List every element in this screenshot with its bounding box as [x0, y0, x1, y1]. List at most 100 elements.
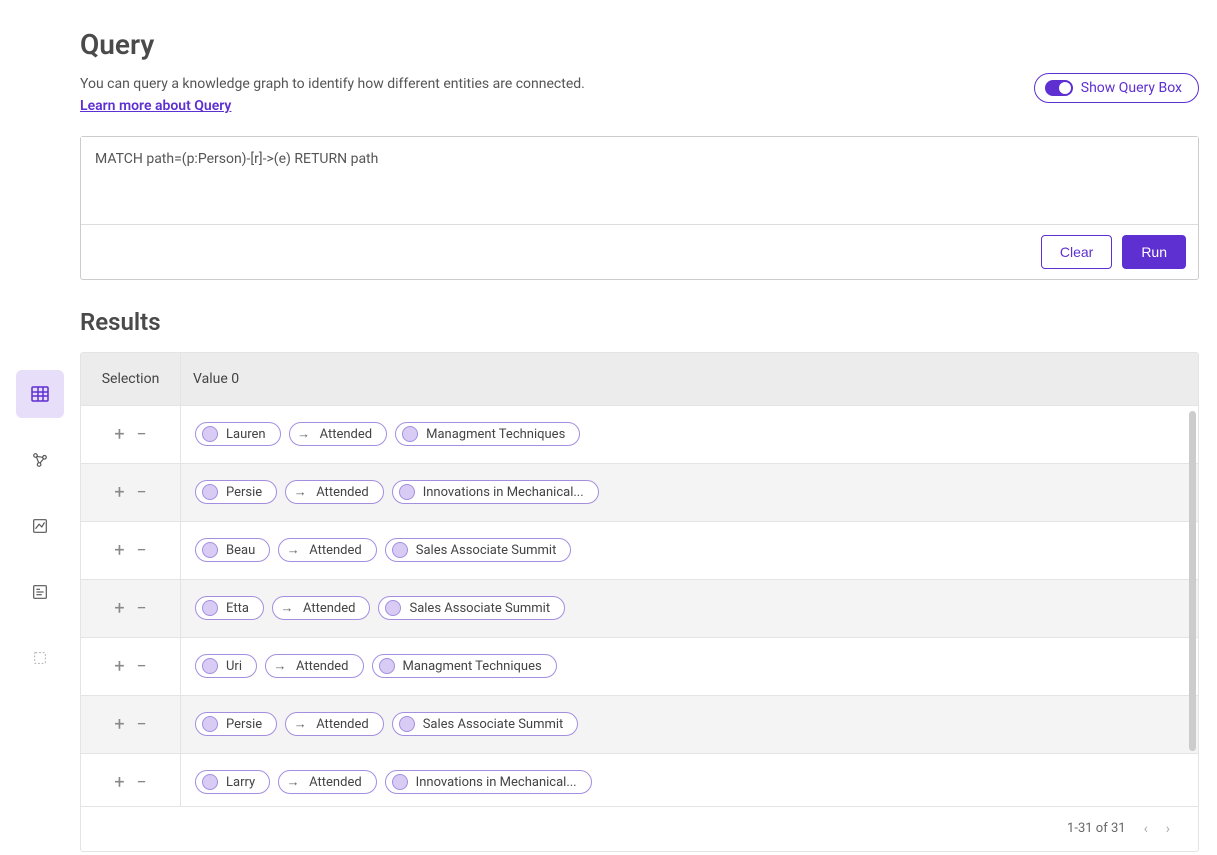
- person-label: Persie: [226, 485, 262, 500]
- arrow-right-icon: →: [285, 774, 301, 790]
- show-query-toggle[interactable]: Show Query Box: [1034, 73, 1199, 103]
- results-title: Results: [80, 308, 1199, 336]
- add-selection-icon[interactable]: +: [112, 424, 128, 445]
- subtitle-text: You can query a knowledge graph to ident…: [80, 73, 585, 118]
- arrow-right-icon: →: [279, 600, 295, 616]
- page-title: Query: [80, 28, 1199, 61]
- arrow-right-icon: →: [292, 484, 308, 500]
- export-view-icon[interactable]: [16, 634, 64, 682]
- person-chip[interactable]: Persie: [195, 480, 277, 504]
- selection-cell: +−: [81, 522, 181, 579]
- node-icon: [399, 484, 415, 500]
- target-chip[interactable]: Sales Associate Summit: [392, 712, 579, 736]
- relation-chip[interactable]: → Attended: [272, 596, 371, 620]
- target-chip[interactable]: Managment Techniques: [395, 422, 580, 446]
- sidebar: [0, 0, 80, 855]
- subtitle-desc: You can query a knowledge graph to ident…: [80, 76, 585, 92]
- target-chip[interactable]: Innovations in Mechanical...: [385, 770, 592, 794]
- node-icon: [202, 716, 218, 732]
- selection-cell: +−: [81, 406, 181, 463]
- person-chip[interactable]: Uri: [195, 654, 257, 678]
- node-icon: [202, 658, 218, 674]
- arrow-right-icon: →: [292, 716, 308, 732]
- remove-selection-icon[interactable]: −: [134, 656, 150, 677]
- scrollbar[interactable]: [1189, 411, 1196, 751]
- node-icon: [402, 426, 418, 442]
- remove-selection-icon[interactable]: −: [134, 482, 150, 503]
- value-cell: Beau → Attended Sales Associate Summit: [181, 526, 1198, 574]
- relation-label: Attended: [309, 543, 362, 558]
- add-selection-icon[interactable]: +: [112, 482, 128, 503]
- person-chip[interactable]: Beau: [195, 538, 270, 562]
- add-selection-icon[interactable]: +: [112, 540, 128, 561]
- remove-selection-icon[interactable]: −: [134, 424, 150, 445]
- learn-more-link[interactable]: Learn more about Query: [80, 98, 231, 114]
- table-row: +− Larry → Attended Innovations in Mechanica…: [81, 754, 1198, 806]
- value-cell: Lauren →Attended Managment Techniques: [181, 410, 1198, 458]
- arrow-right-icon: →: [285, 542, 301, 558]
- remove-selection-icon[interactable]: −: [134, 598, 150, 619]
- next-page-icon[interactable]: ›: [1166, 821, 1170, 837]
- value-cell: Persie →Attended Sales Associate Summit: [181, 700, 1198, 748]
- results-table: Selection Value 0 +−Lauren→AttendedManag…: [80, 352, 1199, 852]
- node-icon: [379, 658, 395, 674]
- chart-view-icon[interactable]: [16, 502, 64, 550]
- relation-chip[interactable]: → Attended: [265, 654, 364, 678]
- target-label: Managment Techniques: [403, 659, 542, 674]
- person-chip[interactable]: Etta: [195, 596, 264, 620]
- table-row: +− Uri → Attended Managment Techniques: [81, 638, 1198, 696]
- table-row: +− Etta → Attended Sales Associate Summit: [81, 580, 1198, 638]
- add-selection-icon[interactable]: +: [112, 656, 128, 677]
- selection-cell: +−: [81, 754, 181, 806]
- node-icon: [202, 426, 218, 442]
- clear-button[interactable]: Clear: [1041, 235, 1112, 269]
- relation-label: Attended: [296, 659, 349, 674]
- toggle-switch-icon: [1045, 80, 1073, 96]
- table-header: Selection Value 0: [81, 353, 1198, 406]
- target-label: Sales Associate Summit: [409, 601, 550, 616]
- add-selection-icon[interactable]: +: [112, 714, 128, 735]
- value-cell: Etta → Attended Sales Associate Summit: [181, 584, 1198, 632]
- relation-chip[interactable]: → Attended: [278, 770, 377, 794]
- run-button[interactable]: Run: [1122, 235, 1186, 269]
- target-chip[interactable]: Sales Associate Summit: [378, 596, 565, 620]
- target-chip[interactable]: Managment Techniques: [372, 654, 557, 678]
- target-label: Sales Associate Summit: [423, 717, 564, 732]
- query-input[interactable]: [81, 137, 1198, 225]
- table-row: +− Beau → Attended Sales Associate Summit: [81, 522, 1198, 580]
- relation-label: Attended: [309, 775, 362, 790]
- graph-view-icon[interactable]: [16, 436, 64, 484]
- table-row: +− Persie →Attended Innovations in Mechanic…: [81, 464, 1198, 522]
- target-label: Innovations in Mechanical...: [423, 485, 584, 500]
- person-label: Etta: [226, 601, 249, 616]
- arrow-right-icon: →: [272, 658, 288, 674]
- relation-chip[interactable]: → Attended: [278, 538, 377, 562]
- target-chip[interactable]: Sales Associate Summit: [385, 538, 572, 562]
- selection-cell: +−: [81, 464, 181, 521]
- relation-chip[interactable]: →Attended: [285, 480, 384, 504]
- relation-label: Attended: [303, 601, 356, 616]
- person-chip[interactable]: Persie: [195, 712, 277, 736]
- person-chip[interactable]: Larry: [195, 770, 270, 794]
- add-selection-icon[interactable]: +: [112, 598, 128, 619]
- relation-chip[interactable]: →Attended: [289, 422, 388, 446]
- person-chip[interactable]: Lauren: [195, 422, 281, 446]
- relation-chip[interactable]: →Attended: [285, 712, 384, 736]
- table-view-icon[interactable]: [16, 370, 64, 418]
- person-label: Larry: [226, 775, 255, 790]
- code-view-icon[interactable]: [16, 568, 64, 616]
- relation-label: Attended: [320, 427, 373, 442]
- node-icon: [202, 542, 218, 558]
- pagination: 1-31 of 31 ‹ ›: [81, 806, 1198, 851]
- node-icon: [202, 484, 218, 500]
- target-label: Sales Associate Summit: [416, 543, 557, 558]
- add-selection-icon[interactable]: +: [112, 772, 128, 793]
- target-chip[interactable]: Innovations in Mechanical...: [392, 480, 599, 504]
- remove-selection-icon[interactable]: −: [134, 714, 150, 735]
- remove-selection-icon[interactable]: −: [134, 772, 150, 793]
- node-icon: [399, 716, 415, 732]
- prev-page-icon[interactable]: ‹: [1144, 821, 1148, 837]
- remove-selection-icon[interactable]: −: [134, 540, 150, 561]
- toggle-label: Show Query Box: [1081, 80, 1182, 96]
- node-icon: [202, 600, 218, 616]
